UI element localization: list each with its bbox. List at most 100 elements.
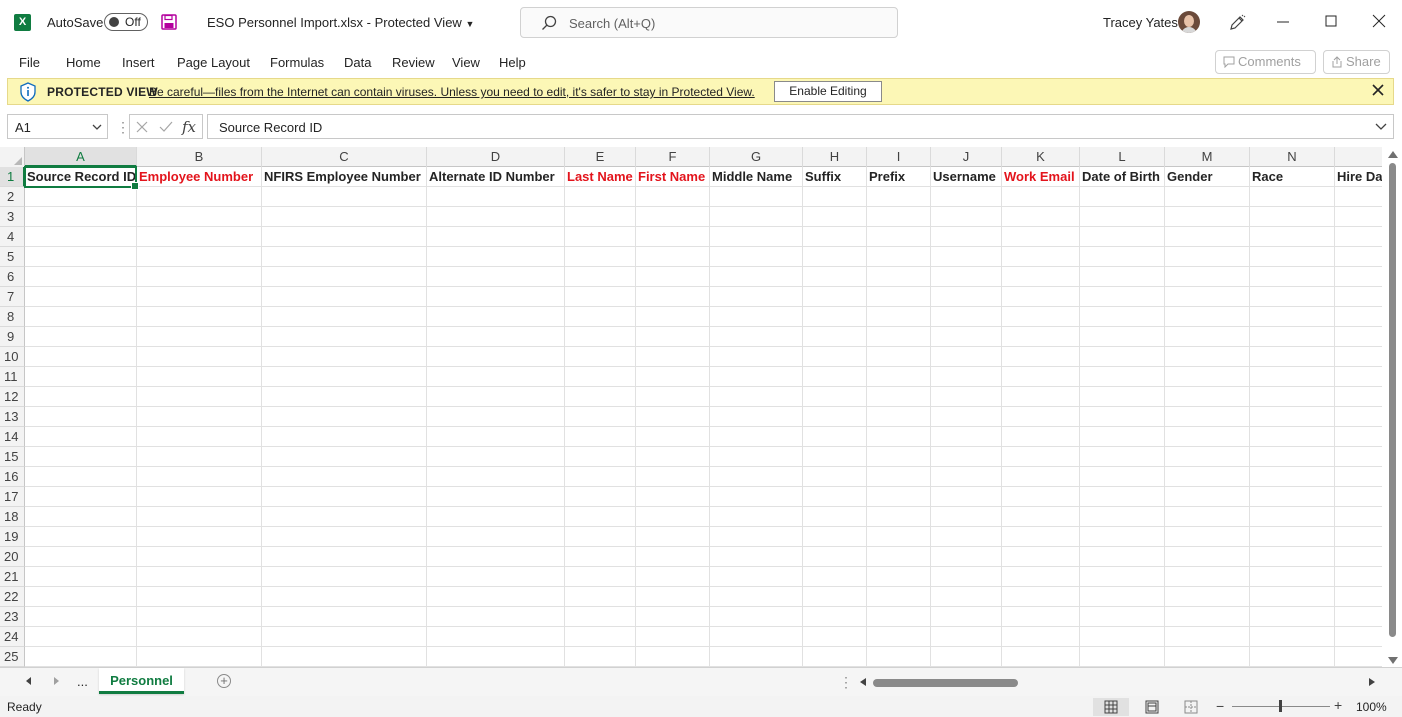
close-icon[interactable]	[1372, 14, 1386, 28]
row-header[interactable]: 22	[0, 587, 25, 607]
column-header-n[interactable]: N	[1250, 147, 1335, 167]
zoom-out-icon[interactable]: −	[1216, 698, 1224, 714]
column-header-k[interactable]: K	[1002, 147, 1080, 167]
column-header-a[interactable]: A	[25, 147, 137, 167]
splitter-icon[interactable]: ⋮	[839, 674, 853, 691]
column-header-j[interactable]: J	[931, 147, 1002, 167]
row-header[interactable]: 16	[0, 467, 25, 487]
previous-sheet-icon[interactable]	[26, 677, 31, 685]
header-cell-prefix[interactable]: Prefix	[867, 167, 931, 187]
menu-review[interactable]: Review	[392, 55, 435, 70]
row-header[interactable]: 20	[0, 547, 25, 567]
column-header-b[interactable]: B	[137, 147, 262, 167]
select-all-button[interactable]	[0, 147, 25, 167]
row-header[interactable]: 11	[0, 367, 25, 387]
column-header-c[interactable]: C	[262, 147, 427, 167]
formula-input[interactable]: Source Record ID	[207, 114, 1394, 139]
zoom-in-icon[interactable]: +	[1334, 697, 1342, 713]
check-icon[interactable]	[159, 121, 173, 133]
sheet-tab-personnel[interactable]: Personnel	[99, 668, 184, 694]
menu-insert[interactable]: Insert	[122, 55, 155, 70]
row-header[interactable]: 2	[0, 187, 25, 207]
next-sheet-icon[interactable]	[54, 677, 59, 685]
user-name[interactable]: Tracey Yates	[1103, 15, 1178, 30]
row-header[interactable]: 4	[0, 227, 25, 247]
vertical-scroll-thumb[interactable]	[1389, 163, 1396, 637]
menu-page-layout[interactable]: Page Layout	[177, 55, 250, 70]
row-header[interactable]: 23	[0, 607, 25, 627]
row-header[interactable]: 19	[0, 527, 25, 547]
header-cell-employee-number[interactable]: Employee Number	[137, 167, 262, 187]
close-icon[interactable]	[1372, 84, 1384, 96]
header-cell-first-name[interactable]: First Name	[636, 167, 710, 187]
row-header[interactable]: 14	[0, 427, 25, 447]
header-cell-middle-name[interactable]: Middle Name	[710, 167, 803, 187]
column-header-h[interactable]: H	[803, 147, 867, 167]
header-cell-username[interactable]: Username	[931, 167, 1002, 187]
row-header[interactable]: 18	[0, 507, 25, 527]
row-header[interactable]: 7	[0, 287, 25, 307]
row-header[interactable]: 3	[0, 207, 25, 227]
cell-area[interactable]	[25, 167, 1382, 667]
row-header[interactable]: 9	[0, 327, 25, 347]
add-sheet-icon[interactable]: +	[217, 674, 231, 688]
maximize-icon[interactable]	[1324, 14, 1338, 28]
comments-button[interactable]: Comments	[1215, 50, 1316, 74]
fill-handle[interactable]	[131, 182, 139, 190]
scroll-up-icon[interactable]	[1388, 151, 1398, 158]
column-header-o[interactable]: O	[1335, 147, 1382, 167]
column-header-f[interactable]: F	[636, 147, 710, 167]
header-cell-date-of-birth[interactable]: Date of Birth	[1080, 167, 1165, 187]
column-header-i[interactable]: I	[867, 147, 931, 167]
minimize-icon[interactable]	[1276, 14, 1290, 28]
row-header[interactable]: 24	[0, 627, 25, 647]
avatar[interactable]	[1178, 11, 1200, 33]
autosave-toggle[interactable]: Off	[104, 13, 148, 31]
menu-help[interactable]: Help	[499, 55, 526, 70]
spreadsheet-grid[interactable]: A B C D E F G H I J K L M N O 1 2 3 4 5 …	[0, 147, 1382, 667]
row-header[interactable]: 10	[0, 347, 25, 367]
column-header-e[interactable]: E	[565, 147, 636, 167]
horizontal-scroll-thumb[interactable]	[873, 679, 1018, 687]
header-cell-work-email[interactable]: Work Email	[1002, 167, 1080, 187]
enable-editing-button[interactable]: Enable Editing	[774, 81, 882, 102]
menu-data[interactable]: Data	[344, 55, 371, 70]
row-header[interactable]: 12	[0, 387, 25, 407]
insert-function-icon[interactable]: fx	[182, 118, 196, 136]
scroll-right-icon[interactable]	[1369, 678, 1375, 686]
row-header[interactable]: 5	[0, 247, 25, 267]
row-header[interactable]: 8	[0, 307, 25, 327]
cancel-icon[interactable]	[136, 121, 148, 133]
page-break-view-button[interactable]	[1173, 698, 1209, 716]
zoom-level[interactable]: 100%	[1356, 700, 1387, 714]
header-cell-suffix[interactable]: Suffix	[803, 167, 867, 187]
header-cell-alternate-id-number[interactable]: Alternate ID Number	[427, 167, 565, 187]
menu-file[interactable]: File	[19, 55, 40, 70]
row-header[interactable]: 25	[0, 647, 25, 667]
search-box[interactable]: Search (Alt+Q)	[520, 7, 898, 38]
menu-view[interactable]: View	[452, 55, 480, 70]
row-header[interactable]: 17	[0, 487, 25, 507]
vertical-scrollbar[interactable]	[1384, 147, 1402, 667]
pen-icon[interactable]	[1228, 14, 1246, 32]
scroll-left-icon[interactable]	[860, 678, 866, 686]
more-sheets-button[interactable]: ...	[77, 674, 88, 689]
header-cell-last-name[interactable]: Last Name	[565, 167, 636, 187]
header-cell-nfirs-employee-number[interactable]: NFIRS Employee Number	[262, 167, 427, 187]
more-icon[interactable]: ⋮	[116, 119, 130, 136]
menu-formulas[interactable]: Formulas	[270, 55, 324, 70]
save-icon[interactable]	[161, 14, 177, 30]
row-header[interactable]: 15	[0, 447, 25, 467]
column-header-l[interactable]: L	[1080, 147, 1165, 167]
zoom-slider-thumb[interactable]	[1279, 700, 1282, 712]
normal-view-button[interactable]	[1093, 698, 1129, 716]
header-cell-race[interactable]: Race	[1250, 167, 1335, 187]
row-header[interactable]: 6	[0, 267, 25, 287]
row-header[interactable]: 13	[0, 407, 25, 427]
page-layout-view-button[interactable]	[1134, 698, 1170, 716]
protected-view-message[interactable]: Be careful—files from the Internet can c…	[149, 85, 755, 99]
header-cell-gender[interactable]: Gender	[1165, 167, 1250, 187]
row-header[interactable]: 1	[0, 167, 25, 187]
name-box[interactable]: A1	[7, 114, 108, 139]
column-header-d[interactable]: D	[427, 147, 565, 167]
